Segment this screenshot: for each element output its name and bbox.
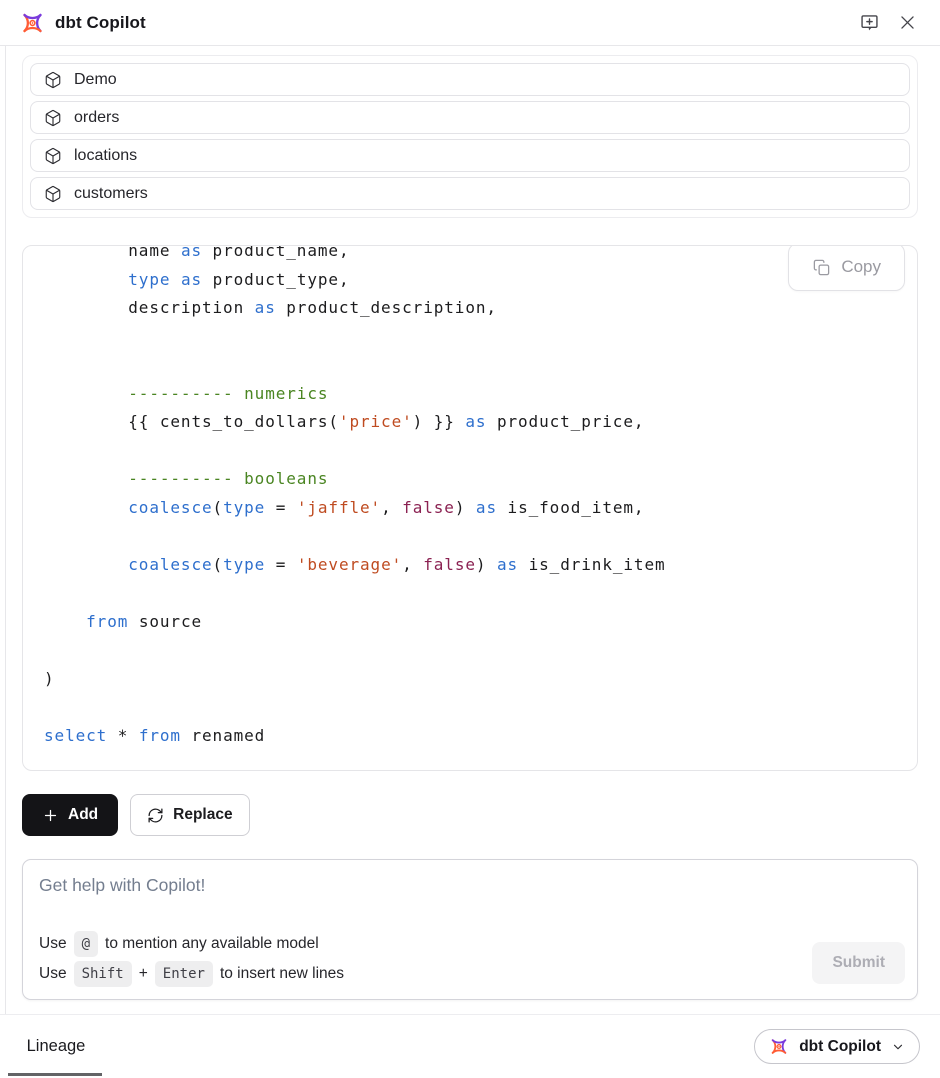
model-item-label: Demo	[74, 71, 117, 89]
code-line	[44, 579, 917, 608]
code-line: ---------- booleans	[44, 465, 917, 494]
action-row: Add Replace	[22, 794, 918, 836]
panel-header: dbt Copilot	[0, 0, 940, 46]
hint-row: Use@to mention any available model	[39, 931, 344, 957]
copilot-dropdown[interactable]: dbt Copilot	[754, 1029, 920, 1064]
tab-active-indicator	[8, 1073, 102, 1076]
copy-icon	[812, 258, 831, 277]
cube-icon	[44, 147, 62, 165]
cube-icon	[44, 185, 62, 203]
code-line	[44, 522, 917, 551]
code-line	[44, 351, 917, 380]
replace-button[interactable]: Replace	[130, 794, 249, 836]
submit-button[interactable]: Submit	[812, 942, 905, 984]
model-list: Demo orders locations customers	[22, 55, 918, 218]
model-item[interactable]: Demo	[30, 63, 910, 96]
sql-code: name as product_name, type as product_ty…	[23, 246, 917, 750]
panel-title: dbt Copilot	[55, 13, 146, 33]
code-line	[44, 437, 917, 466]
cube-icon	[44, 109, 62, 127]
code-line: from source	[44, 608, 917, 637]
replace-button-label: Replace	[173, 806, 232, 824]
tab-lineage-label: Lineage	[27, 1037, 86, 1056]
tab-lineage[interactable]: Lineage	[6, 1015, 106, 1078]
model-item-label: locations	[74, 147, 137, 165]
dbt-copilot-logo-icon	[20, 11, 45, 35]
copy-button-label: Copy	[841, 257, 881, 277]
code-line: ---------- numerics	[44, 380, 917, 409]
kbd-chip: @	[74, 931, 98, 957]
footer-bar: Lineage dbt Copilot	[0, 1014, 940, 1078]
copilot-dropdown-label: dbt Copilot	[799, 1038, 881, 1056]
code-line: description as product_description,	[44, 294, 917, 323]
plus-icon	[42, 807, 59, 824]
code-line: type as product_type,	[44, 266, 917, 295]
chat-placeholder: Get help with Copilot!	[39, 875, 901, 896]
code-scroll-area[interactable]: name as product_name, type as product_ty…	[23, 246, 917, 770]
chat-input[interactable]: Get help with Copilot! Use@to mention an…	[22, 859, 918, 1000]
add-button[interactable]: Add	[22, 794, 118, 836]
kbd-chip: Enter	[155, 961, 213, 987]
model-item[interactable]: orders	[30, 101, 910, 134]
dbt-copilot-panel: { "header": { "title": "dbt Copilot", "i…	[0, 0, 940, 1078]
cube-icon	[44, 71, 62, 89]
chat-hints: Use@to mention any available model UseShi…	[39, 931, 344, 987]
copy-button[interactable]: Copy	[788, 245, 905, 291]
panel-left-divider	[5, 46, 6, 1014]
code-line: coalesce(type = 'beverage', false) as is…	[44, 551, 917, 580]
add-panel-icon[interactable]	[856, 10, 882, 36]
model-item-label: orders	[74, 109, 119, 127]
add-button-label: Add	[68, 806, 98, 824]
chevron-down-icon	[891, 1040, 905, 1054]
model-item[interactable]: locations	[30, 139, 910, 172]
close-icon[interactable]	[894, 10, 920, 36]
code-line	[44, 636, 917, 665]
code-line	[44, 323, 917, 352]
code-block-card: name as product_name, type as product_ty…	[22, 245, 918, 771]
refresh-icon	[147, 807, 164, 824]
code-line: {{ cents_to_dollars('price') }} as produ…	[44, 408, 917, 437]
code-line: coalesce(type = 'jaffle', false) as is_f…	[44, 494, 917, 523]
dbt-copilot-logo-icon	[769, 1037, 789, 1056]
code-line	[44, 693, 917, 722]
kbd-chip: Shift	[74, 961, 132, 987]
hint-row: UseShift+Enterto insert new lines	[39, 961, 344, 987]
model-item[interactable]: customers	[30, 177, 910, 210]
model-item-label: customers	[74, 185, 148, 203]
code-line: name as product_name,	[44, 246, 917, 266]
code-line: select * from renamed	[44, 722, 917, 751]
code-line: )	[44, 665, 917, 694]
